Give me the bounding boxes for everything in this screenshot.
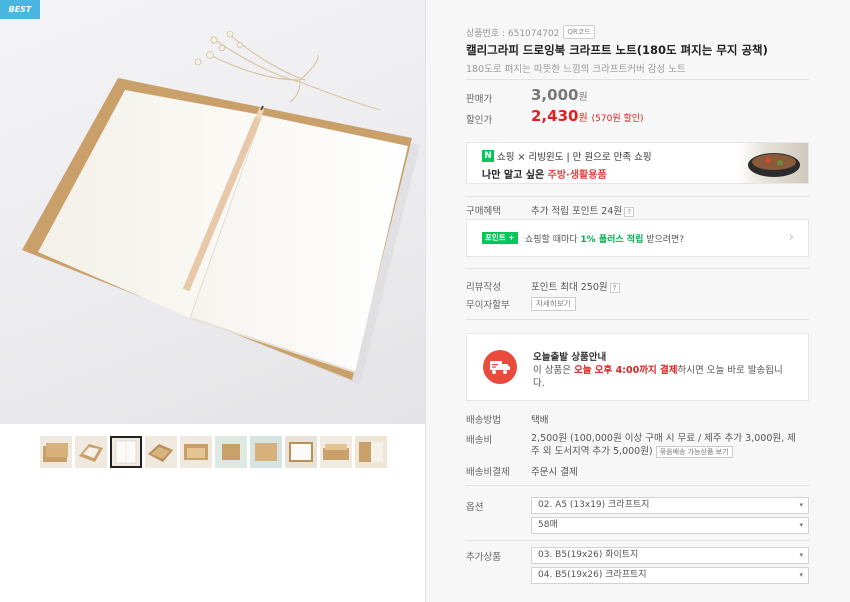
banner-line2-prefix: 나만 알고 싶은 (482, 170, 548, 181)
option-select-pages[interactable]: 58매 ▾ (531, 517, 809, 534)
point-plus-text-bold: 1% 플러스 적립 (580, 235, 644, 245)
list-price-unit: 원 (578, 92, 588, 103)
addon-select-1[interactable]: 03. B5(19x26) 화이트지 ▾ (531, 547, 809, 564)
point-plus-text-suffix: 받으려면? (643, 235, 685, 245)
dispatch-text-prefix: 이 상품은 (533, 365, 574, 376)
thumbnail[interactable] (355, 436, 387, 468)
dispatch-notice-text: 이 상품은 오늘 오후 4:00까지 결제하시면 오늘 바로 발송됩니다. (533, 364, 793, 390)
sale-price-unit: 원 (578, 113, 588, 124)
banner-line2-highlight: 주방·생활용품 (547, 170, 607, 181)
shipping-fee-value: 2,500원 (100,000원 이상 구매 시 무료 / 제주 추가 3,00… (531, 432, 801, 458)
select-value: 03. B5(19x26) 화이트지 (538, 550, 639, 560)
divider (466, 268, 809, 269)
dropdown-arrow-icon: ▾ (799, 571, 803, 579)
shipping-method-label: 배송방법 (466, 415, 501, 426)
dispatch-notice-title: 오늘출발 상품안내 (533, 352, 607, 363)
thumbnail[interactable] (75, 436, 107, 468)
benefit-value: 추가 적립 포인트 24원? (531, 203, 635, 217)
thumbnail[interactable] (250, 436, 282, 468)
banner-product-image (738, 143, 808, 183)
best-badge: BEST (0, 0, 40, 19)
shipping-payment-label: 배송비결제 (466, 467, 510, 478)
product-code-row: 상품번호 : 651074702 QR코드 (466, 25, 595, 39)
divider (466, 79, 809, 80)
bundle-shipping-button[interactable]: 묶음배송 가능상품 보기 (655, 445, 733, 458)
today-dispatch-notice: 오늘출발 상품안내 이 상품은 오늘 오후 4:00까지 결제하시면 오늘 바로… (466, 333, 809, 401)
divider (466, 319, 809, 320)
review-value: 포인트 최대 250원? (531, 279, 620, 293)
select-value: 04. B5(19x26) 크라프트지 (538, 570, 647, 580)
benefit-label: 구매혜택 (466, 206, 501, 217)
shipping-payment-value: 주문시 결제 (531, 467, 578, 478)
thumbnail[interactable] (320, 436, 352, 468)
divider (466, 196, 809, 197)
shopping-window-banner[interactable]: N 쇼핑 × 리빙윈도 | 만 원으로 만족 쇼핑 나만 알고 싶은 주방·생활… (466, 142, 809, 184)
point-plus-badge: 포인트 + (482, 232, 518, 244)
thumbnail[interactable] (110, 436, 142, 468)
product-title: 캘리그라피 드로잉북 크라프트 노트(180도 펴지는 무지 공책) (466, 43, 768, 57)
sale-price: 2,430원 (570원 할인) (531, 107, 644, 125)
notebook-illustration (22, 30, 420, 385)
help-icon[interactable]: ? (624, 206, 635, 217)
product-gallery: BEST (0, 0, 425, 602)
installment-label: 무이자할부 (466, 300, 510, 311)
banner-line1: N 쇼핑 × 리빙윈도 | 만 원으로 만족 쇼핑 (482, 149, 652, 163)
truck-icon (483, 350, 517, 384)
plus-point-box[interactable]: 포인트 + 쇼핑할 때마다 1% 플러스 적립 받으려면? › (466, 219, 809, 257)
thumbnail-strip (40, 436, 387, 468)
thumbnail[interactable] (180, 436, 212, 468)
shipping-fee-label: 배송비 (466, 435, 493, 446)
review-value-text: 포인트 최대 250원 (531, 282, 608, 293)
sale-price-label: 할인가 (466, 115, 493, 126)
product-code: 상품번호 : 651074702 (466, 28, 560, 39)
banner-line2: 나만 알고 싶은 주방·생활용품 (482, 166, 607, 181)
dropdown-arrow-icon: ▾ (799, 521, 803, 529)
shipping-method-value: 택배 (531, 415, 549, 426)
thumbnail[interactable] (145, 436, 177, 468)
list-price: 3,000원 (531, 86, 588, 104)
option-select-size[interactable]: 02. A5 (13x19) 크라프트지 ▾ (531, 497, 809, 514)
thumbnail[interactable] (40, 436, 72, 468)
option-label: 옵션 (466, 502, 484, 513)
thumbnail[interactable] (215, 436, 247, 468)
benefit-value-text: 추가 적립 포인트 24원 (531, 206, 623, 217)
naver-logo-icon: N (482, 150, 494, 162)
thumbnail[interactable] (285, 436, 317, 468)
banner-line1-text: 쇼핑 × 리빙윈도 | 만 원으로 만족 쇼핑 (497, 152, 652, 163)
list-price-value: 3,000 (531, 86, 579, 104)
addon-label: 추가상품 (466, 552, 501, 563)
installment-detail-button[interactable]: 자세히보기 (531, 297, 576, 311)
product-subtitle: 180도로 펴지는 따뜻한 느낌의 크라프트커버 감성 노트 (466, 64, 686, 75)
qr-code-button[interactable]: QR코드 (563, 25, 595, 39)
chevron-right-icon: › (788, 230, 794, 245)
discount-amount: (570원 할인) (591, 114, 644, 124)
price-label: 판매가 (466, 94, 493, 105)
point-plus-text: 쇼핑할 때마다 1% 플러스 적립 받으려면? (525, 232, 684, 245)
help-icon[interactable]: ? (609, 282, 620, 293)
point-plus-text-prefix: 쇼핑할 때마다 (525, 235, 581, 245)
divider (466, 485, 809, 486)
product-info-panel: 상품번호 : 651074702 QR코드 캘리그라피 드로잉북 크라프트 노트… (426, 0, 850, 602)
main-product-photo: BEST (0, 0, 425, 424)
select-value: 58매 (538, 520, 558, 530)
dropdown-arrow-icon: ▾ (799, 551, 803, 559)
sale-price-value: 2,430 (531, 107, 579, 125)
addon-select-2[interactable]: 04. B5(19x26) 크라프트지 ▾ (531, 567, 809, 584)
review-label: 리뷰작성 (466, 282, 501, 293)
dispatch-deadline: 오늘 오후 4:00까지 결제 (574, 365, 678, 376)
dropdown-arrow-icon: ▾ (799, 501, 803, 509)
select-value: 02. A5 (13x19) 크라프트지 (538, 500, 650, 510)
divider (466, 540, 809, 541)
